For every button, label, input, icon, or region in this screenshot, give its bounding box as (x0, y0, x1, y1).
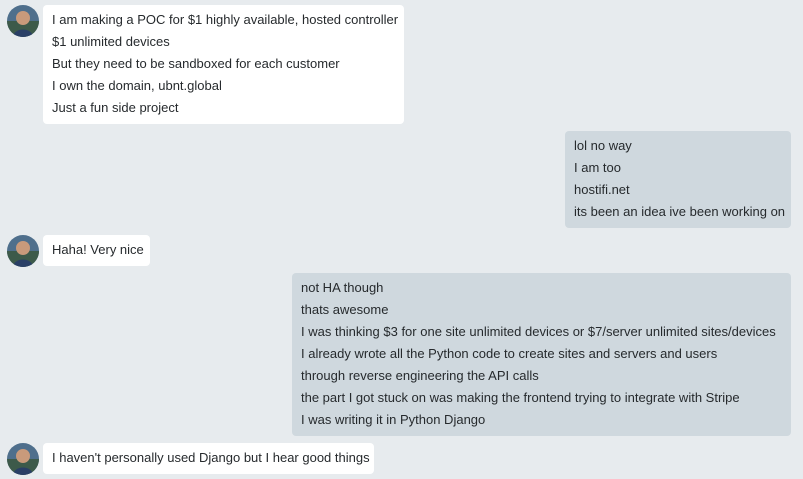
avatar-icon (7, 235, 39, 267)
message-text: $1 unlimited devices (52, 34, 170, 49)
message-text: I am too (574, 160, 621, 175)
message-text: thats awesome (301, 302, 389, 317)
message-bubble-outgoing: lol no way I am too hostifi.net its been… (565, 131, 791, 228)
message-text: Haha! Very nice (52, 242, 144, 257)
message-text: the part I got stuck on was making the f… (301, 390, 740, 405)
contact-avatar[interactable] (7, 443, 39, 475)
message-text: I am making a POC for $1 highly availabl… (52, 12, 399, 27)
avatar-icon (7, 5, 39, 37)
message-bubble-incoming: I am making a POC for $1 highly availabl… (43, 5, 404, 124)
message-text: lol no way (574, 138, 632, 153)
message-bubble-incoming: I haven't personally used Django but I h… (43, 443, 374, 474)
message-text: Just a fun side project (52, 100, 179, 115)
message-text: I was thinking $3 for one site unlimited… (301, 324, 776, 339)
message-text: its been an idea ive been working on (574, 204, 786, 219)
message-bubble-incoming: Haha! Very nice (43, 235, 150, 266)
contact-avatar[interactable] (7, 235, 39, 267)
message-text: I haven't personally used Django but I h… (52, 450, 370, 465)
contact-avatar[interactable] (7, 5, 39, 37)
message-text: not HA though (301, 280, 384, 295)
message-text: I already wrote all the Python code to c… (301, 346, 718, 361)
avatar-icon (7, 443, 39, 475)
message-text: hostifi.net (574, 182, 630, 197)
message-bubble-outgoing: not HA though thats awesome I was thinki… (292, 273, 791, 436)
message-text: I was writing it in Python Django (301, 412, 486, 427)
message-text: But they need to be sandboxed for each c… (52, 56, 340, 71)
message-text: I own the domain, ubnt.global (52, 78, 222, 93)
message-text: through reverse engineering the API call… (301, 368, 539, 383)
